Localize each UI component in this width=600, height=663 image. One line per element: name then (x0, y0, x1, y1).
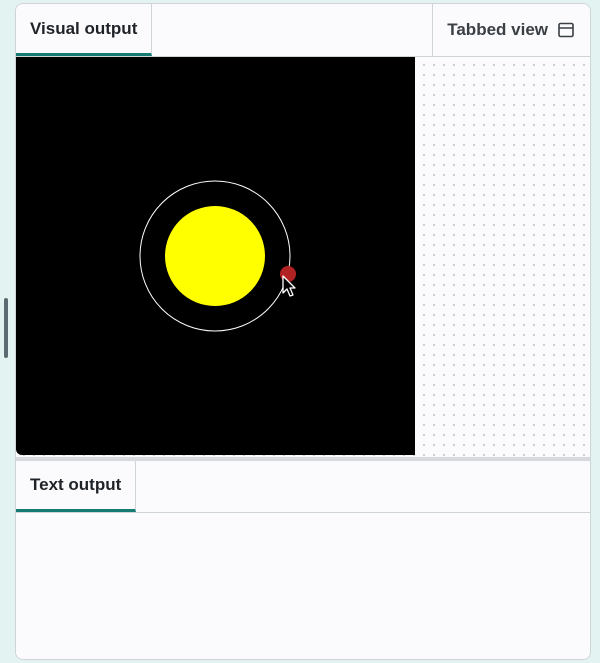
sun (165, 206, 265, 306)
browser-window-icon (558, 22, 574, 38)
text-output-tabbar: Text output (16, 461, 590, 513)
tab-visual-output[interactable]: Visual output (16, 4, 153, 56)
animation-canvas[interactable] (16, 57, 415, 455)
visual-output-tabbar: Visual output Tabbed view (16, 4, 590, 57)
tab-text-output[interactable]: Text output (16, 461, 137, 512)
tabbed-view-button[interactable]: Tabbed view (432, 4, 590, 56)
visual-output-area (16, 57, 590, 458)
tab-text-output-label: Text output (30, 475, 122, 494)
tabbed-view-label: Tabbed view (447, 20, 548, 39)
text-output-area (16, 513, 590, 659)
output-panel: Visual output Tabbed view Text output (15, 3, 591, 660)
panel-resize-handle[interactable] (4, 298, 8, 358)
tab-visual-output-label: Visual output (30, 18, 138, 38)
